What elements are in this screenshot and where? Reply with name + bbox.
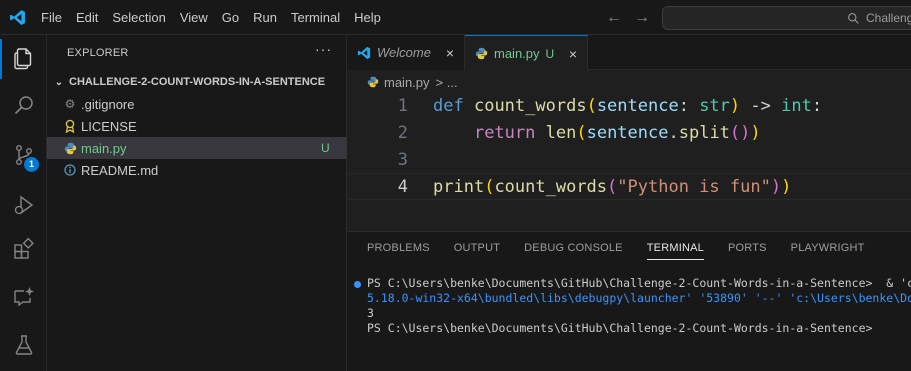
- activity-bar: 1: [0, 35, 47, 371]
- untracked-status: U: [321, 141, 330, 155]
- chevron-down-icon: ⌄: [54, 76, 64, 88]
- file-item-gitignore[interactable]: ⚙ .gitignore: [47, 93, 347, 115]
- license-icon: [63, 119, 77, 133]
- tab-label: Welcome: [377, 45, 431, 60]
- tab-welcome[interactable]: Welcome ×: [347, 35, 465, 70]
- code-text: def count_words(sentence: str) -> int:: [433, 95, 823, 116]
- search-icon[interactable]: [0, 83, 47, 127]
- line-number: 2: [397, 122, 408, 143]
- folder-header[interactable]: ⌄ CHALLENGE-2-COUNT-WORDS-IN-A-SENTENCE: [47, 71, 347, 93]
- forward-arrow-icon[interactable]: →: [632, 8, 652, 28]
- title-bar: File Edit Selection View Go Run Terminal…: [0, 0, 911, 35]
- tab-terminal[interactable]: TERMINAL: [646, 232, 705, 264]
- explorer-icon[interactable]: [0, 37, 47, 81]
- file-item-readme[interactable]: README.md: [47, 159, 347, 181]
- tab-problems[interactable]: PROBLEMS: [367, 232, 430, 264]
- run-and-debug-icon[interactable]: [0, 183, 47, 227]
- command-decoration-icon: [354, 281, 361, 288]
- bottom-panel: PROBLEMS OUTPUT DEBUG CONSOLE TERMINAL P…: [347, 231, 911, 371]
- terminal-line: PS C:\Users\benke\Documents\GitHub\Chall…: [367, 321, 873, 335]
- settings-file-icon: ⚙: [64, 97, 76, 111]
- menu-help[interactable]: Help: [347, 0, 388, 35]
- code-text: return len(sentence.split()): [473, 122, 761, 143]
- file-name: main.py: [81, 140, 127, 156]
- tab-ports[interactable]: PORTS: [728, 232, 767, 264]
- source-control-icon[interactable]: 1: [0, 133, 47, 177]
- folder-name: CHALLENGE-2-COUNT-WORDS-IN-A-SENTENCE: [69, 76, 326, 88]
- untracked-status: U: [545, 46, 555, 61]
- tab-debug-console[interactable]: DEBUG CONSOLE: [524, 232, 623, 264]
- line-number: 4: [397, 176, 408, 197]
- file-item-license[interactable]: LICENSE: [47, 115, 347, 137]
- file-name: README.md: [81, 162, 159, 178]
- python-file-icon: [63, 141, 77, 155]
- menu-terminal[interactable]: Terminal: [284, 0, 347, 35]
- explorer-sidebar: EXPLORER ··· ⌄ CHALLENGE-2-COUNT-WORDS-I…: [47, 35, 347, 371]
- navigation-arrows: ← →: [604, 0, 652, 35]
- vscode-logo-icon: [0, 0, 34, 35]
- breadcrumb: main.py > ...: [367, 72, 458, 92]
- chat-sparkle-icon[interactable]: [0, 275, 47, 319]
- search-icon: [848, 12, 859, 24]
- menu-go[interactable]: Go: [215, 0, 246, 35]
- python-file-icon: [475, 47, 488, 60]
- tab-output[interactable]: OUTPUT: [454, 232, 500, 264]
- terminal-line: PS C:\Users\benke\Documents\GitHub\Chall…: [367, 276, 911, 290]
- menu-edit[interactable]: Edit: [69, 0, 105, 35]
- code-line: 1 def count_words(sentence: str) -> int:: [347, 92, 911, 119]
- more-actions-icon[interactable]: ···: [315, 41, 332, 57]
- back-arrow-icon[interactable]: ←: [604, 8, 624, 28]
- tab-playwright[interactable]: PLAYWRIGHT: [791, 232, 865, 264]
- terminal-line: 3: [367, 306, 374, 320]
- info-icon: [63, 163, 77, 177]
- menu-bar: File Edit Selection View Go Run Terminal…: [34, 0, 388, 35]
- file-item-main-py[interactable]: main.py U: [47, 137, 347, 159]
- menu-run[interactable]: Run: [246, 0, 284, 35]
- code-line-current: 4 print(count_words("Python is fun")): [347, 173, 911, 200]
- breadcrumb-separator[interactable]: > ...: [436, 75, 458, 90]
- terminal-line: 5.18.0-win32-x64\bundled\libs\debugpy\la…: [367, 291, 911, 305]
- testing-flask-icon[interactable]: [0, 323, 47, 367]
- code-text: print(count_words("Python is fun")): [433, 176, 792, 197]
- close-icon[interactable]: ×: [569, 46, 577, 62]
- line-number: 3: [397, 149, 408, 170]
- menu-selection[interactable]: Selection: [105, 0, 172, 35]
- code-line: 3: [347, 146, 911, 173]
- menu-file[interactable]: File: [34, 0, 69, 35]
- close-icon[interactable]: ×: [446, 45, 454, 61]
- file-name: .gitignore: [81, 96, 135, 112]
- breadcrumb-file[interactable]: main.py: [384, 75, 430, 90]
- python-file-icon: [367, 76, 379, 88]
- command-center-text: Challeng: [866, 11, 911, 25]
- editor-area: Welcome × main.py U × main.py > ... 1 de…: [347, 35, 911, 371]
- extensions-icon[interactable]: [0, 227, 47, 271]
- vscode-tab-icon: [357, 46, 371, 59]
- line-number: 1: [397, 95, 408, 116]
- file-name: LICENSE: [81, 118, 137, 134]
- tab-label: main.py: [494, 46, 540, 61]
- menu-view[interactable]: View: [173, 0, 215, 35]
- command-center-search[interactable]: Challeng: [662, 6, 911, 30]
- explorer-title: EXPLORER: [67, 47, 129, 59]
- source-control-badge: 1: [24, 157, 39, 172]
- panel-tabs: PROBLEMS OUTPUT DEBUG CONSOLE TERMINAL P…: [367, 232, 889, 264]
- code-line: 2 return len(sentence.split()): [347, 119, 911, 146]
- editor-tabs: Welcome × main.py U ×: [347, 35, 911, 71]
- tab-main-py[interactable]: main.py U ×: [465, 35, 588, 71]
